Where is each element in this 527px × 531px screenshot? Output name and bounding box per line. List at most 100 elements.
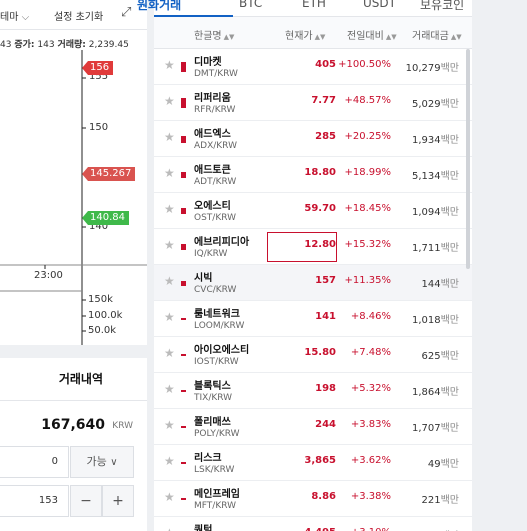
trade-volume: 10,279백만 xyxy=(406,59,459,74)
tab-btc[interactable]: BTC xyxy=(239,0,262,10)
market-row[interactable]: ★ 디마켓 DMT/KRW 405 +100.50% 10,279백만 xyxy=(154,49,472,85)
favorite-star-icon[interactable]: ★ xyxy=(164,418,175,432)
col-name-header[interactable]: 한글명 ▲▼ xyxy=(194,27,234,42)
trade-volume: 49백만 xyxy=(428,455,459,470)
trade-volume-value: 1,094 xyxy=(411,207,441,218)
favorite-star-icon[interactable]: ★ xyxy=(164,310,175,324)
tab-holdings[interactable]: 보유코인 xyxy=(420,0,464,13)
trade-volume-unit: 백만 xyxy=(440,315,459,326)
available-dropdown[interactable]: 가능 ∨ xyxy=(70,446,134,478)
chart-panel: 테마 ⌵ 설정 초기화 ⤢ 43 증가: 143 거래량: 2,239.45 1… xyxy=(0,0,147,345)
trade-volume-value: 1,934 xyxy=(411,135,441,146)
order-price-unit: KRW xyxy=(112,421,133,431)
trade-volume: 1,749백만 xyxy=(412,527,459,531)
change-rate: +18.99% xyxy=(344,167,391,178)
change-rate: +3.83% xyxy=(350,419,391,430)
trade-volume: 1,018백만 xyxy=(412,311,459,326)
change-strength-bar xyxy=(181,390,186,392)
current-price: 3,865 xyxy=(304,455,336,466)
coin-name: 리퍼리움 xyxy=(194,93,231,104)
change-strength-bar xyxy=(181,62,186,72)
trade-volume-value: 5,134 xyxy=(411,171,441,182)
coin-symbol: DMT/KRW xyxy=(194,69,238,79)
market-row[interactable]: ★ 블록틱스 TIX/KRW 198 +5.32% 1,864백만 xyxy=(154,373,472,409)
coin-symbol: ADX/KRW xyxy=(194,141,237,151)
change-strength-bar xyxy=(181,426,186,428)
market-tabs: 원화거래 BTC ETH USDT 보유코인 xyxy=(137,0,472,17)
trade-volume: 1,094백만 xyxy=(412,203,459,218)
trade-volume: 5,029백만 xyxy=(412,95,459,110)
decrement-button[interactable]: − xyxy=(70,485,102,517)
current-price: 141 xyxy=(315,311,336,322)
favorite-star-icon[interactable]: ★ xyxy=(164,130,175,144)
sort-icon: ▲▼ xyxy=(314,33,326,41)
trade-volume-value: 625 xyxy=(421,351,441,362)
current-price: 12.80 xyxy=(304,239,336,250)
market-row[interactable]: ★ 룸네트워크 LOOM/KRW 141 +8.46% 1,018백만 xyxy=(154,301,472,337)
market-list: ★ 디마켓 DMT/KRW 405 +100.50% 10,279백만 ★ 리퍼리움 RFR/K… xyxy=(154,49,472,531)
amount-input[interactable]: 153 xyxy=(0,485,69,517)
favorite-star-icon[interactable]: ★ xyxy=(164,454,175,468)
change-rate: +11.35% xyxy=(344,275,391,286)
orders-title[interactable]: 거래내역 xyxy=(59,370,103,387)
market-row[interactable]: ★ 폴리매쓰 POLY/KRW 244 +3.83% 1,707백만 xyxy=(154,409,472,445)
col-volume-header[interactable]: 거래대금 ▲▼ xyxy=(412,27,462,42)
change-rate: +20.25% xyxy=(344,131,391,142)
col-price-header[interactable]: 현재가 ▲▼ xyxy=(285,27,325,42)
market-row[interactable]: ★ 애드토큰 ADT/KRW 18.80 +18.99% 5,134백만 xyxy=(154,157,472,193)
sort-icon: ▲▼ xyxy=(450,33,462,41)
price-tag-current: 145.267 xyxy=(82,167,136,181)
tab-krw[interactable]: 원화거래 xyxy=(137,0,181,13)
tab-usdt[interactable]: USDT xyxy=(363,0,396,10)
trade-volume-unit: 백만 xyxy=(440,171,459,182)
change-rate: +18.45% xyxy=(344,203,391,214)
available-label: 가능 xyxy=(86,455,107,468)
trade-volume-unit: 백만 xyxy=(440,63,459,74)
col-name-label: 한글명 xyxy=(194,31,222,42)
coin-symbol: TIX/KRW xyxy=(194,393,233,403)
favorite-star-icon[interactable]: ★ xyxy=(164,490,175,504)
market-row[interactable]: ★ 퀀텀 4,495 +3.10% 1,749백만 xyxy=(154,517,472,531)
favorite-star-icon[interactable]: ★ xyxy=(164,58,175,72)
market-row[interactable]: ★ 리퍼리움 RFR/KRW 7.77 +48.57% 5,029백만 xyxy=(154,85,472,121)
market-row[interactable]: ★ 애드엑스 ADX/KRW 285 +20.25% 1,934백만 xyxy=(154,121,472,157)
change-rate: +100.50% xyxy=(338,59,391,70)
favorite-star-icon[interactable]: ★ xyxy=(164,346,175,360)
market-panel: 원화거래 BTC ETH USDT 보유코인 한글명 ▲▼ 현재가 ▲▼ 전일대비 ▲… xyxy=(137,0,472,531)
market-row[interactable]: ★ 에브리피디아 IQ/KRW 12.80 +15.32% 1,711백만 xyxy=(154,229,472,265)
favorite-star-icon[interactable]: ★ xyxy=(164,202,175,216)
quantity-input[interactable]: 0 xyxy=(0,446,69,478)
tab-eth[interactable]: ETH xyxy=(302,0,326,10)
coin-name: 룸네트워크 xyxy=(194,309,240,320)
coin-name: 아이오에스티 xyxy=(194,345,250,356)
market-row[interactable]: ★ 아이오에스티 IOST/KRW 15.80 +7.48% 625백만 xyxy=(154,337,472,373)
trade-volume: 625백만 xyxy=(422,347,460,362)
coin-name: 에브리피디아 xyxy=(194,237,250,248)
volume-axis-label: 50.0k xyxy=(88,325,117,336)
favorite-star-icon[interactable]: ★ xyxy=(164,526,175,531)
increment-button[interactable]: + xyxy=(102,485,134,517)
trade-volume-unit: 백만 xyxy=(440,387,459,398)
coin-name: 리스크 xyxy=(194,453,222,464)
trade-volume-value: 144 xyxy=(421,279,441,290)
market-row[interactable]: ★ 시빅 CVC/KRW 157 +11.35% 144백만 xyxy=(154,265,472,301)
coin-name: 퀀텀 xyxy=(194,525,213,531)
current-price: 157 xyxy=(315,275,336,286)
favorite-star-icon[interactable]: ★ xyxy=(164,166,175,180)
coin-symbol: IQ/KRW xyxy=(194,249,228,259)
time-axis-label: 23:00 xyxy=(34,270,63,281)
trade-volume: 1,864백만 xyxy=(412,383,459,398)
market-row[interactable]: ★ 메인프레임 MFT/KRW 8.86 +3.38% 221백만 xyxy=(154,481,472,517)
trade-volume: 5,134백만 xyxy=(412,167,459,182)
favorite-star-icon[interactable]: ★ xyxy=(164,382,175,396)
col-change-header[interactable]: 전일대비 ▲▼ xyxy=(347,27,397,42)
market-row[interactable]: ★ 오에스티 OST/KRW 59.70 +18.45% 1,094백만 xyxy=(154,193,472,229)
favorite-star-icon[interactable]: ★ xyxy=(164,238,175,252)
favorite-star-icon[interactable]: ★ xyxy=(164,274,175,288)
trade-volume-unit: 백만 xyxy=(440,279,459,290)
favorite-star-icon[interactable]: ★ xyxy=(164,94,175,108)
market-list-scrollbar[interactable] xyxy=(466,49,470,269)
market-row[interactable]: ★ 리스크 LSK/KRW 3,865 +3.62% 49백만 xyxy=(154,445,472,481)
change-strength-bar xyxy=(181,498,186,500)
price-tag-low: 140.84 xyxy=(82,211,129,225)
